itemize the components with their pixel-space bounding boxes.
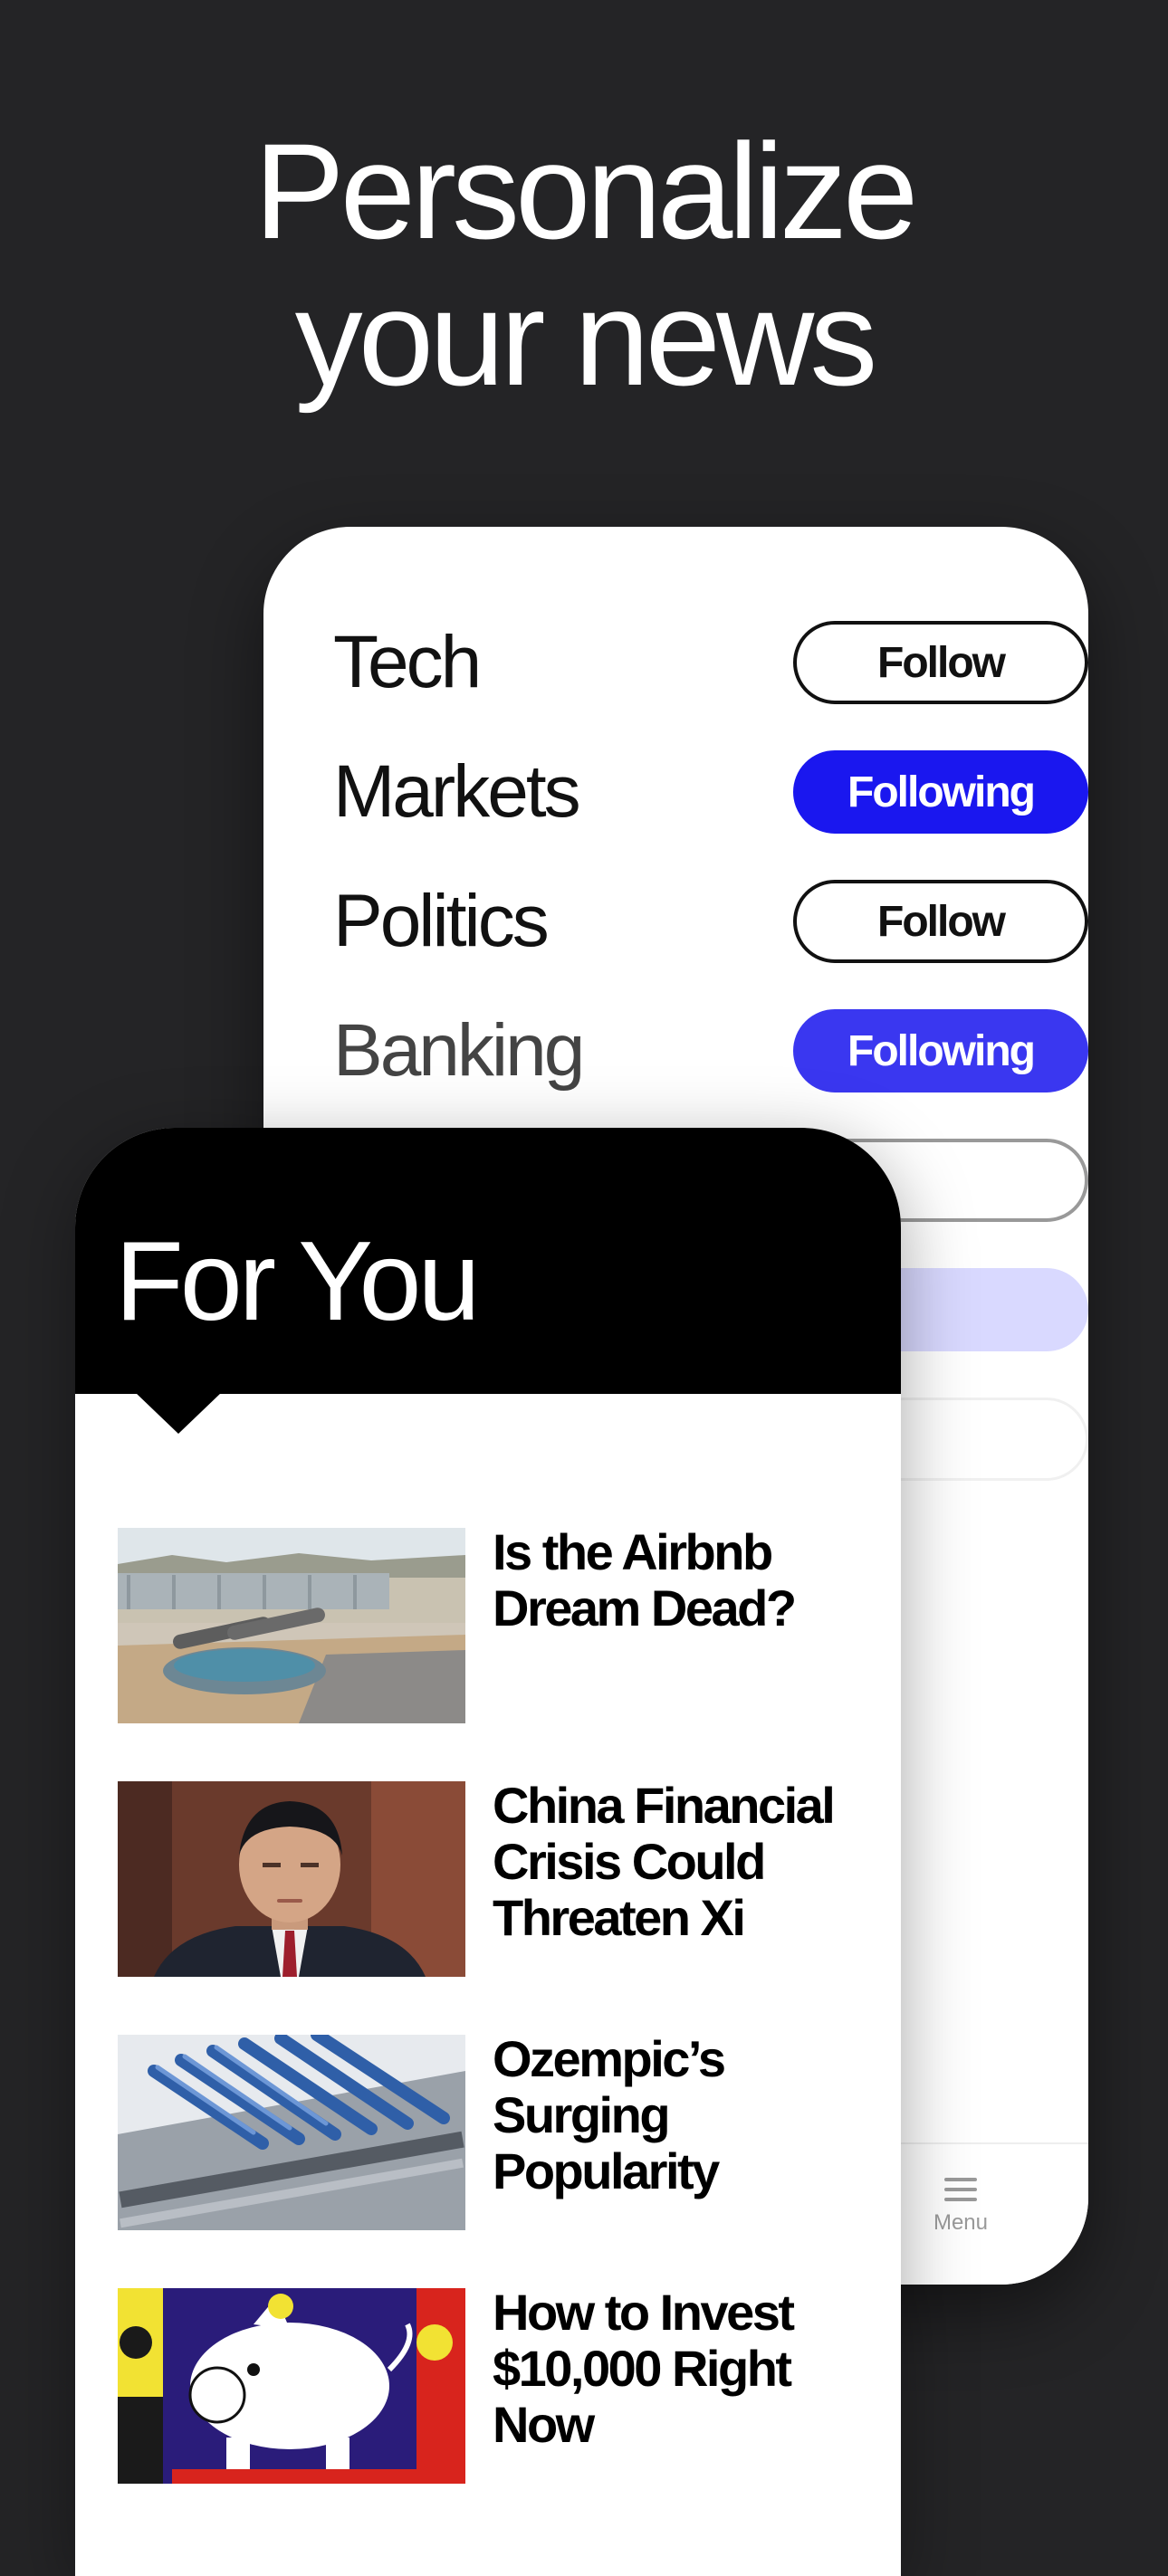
menu-label: Menu <box>933 2210 989 2235</box>
header-pointer <box>135 1392 222 1434</box>
follow-button-tech[interactable]: Follow <box>793 621 1088 704</box>
injection-pens-production-line-photo <box>118 2035 465 2230</box>
topic-row-tech: Tech Follow <box>333 617 1088 708</box>
topic-row-politics: Politics Follow <box>333 876 1088 967</box>
story-headline: Ozempic’s Surging Popularity <box>493 2030 726 2199</box>
story-card[interactable]: China Financial Crisis Could Threaten Xi <box>118 1777 878 1977</box>
story-card[interactable]: Is the Airbnb Dream Dead? <box>118 1524 878 1723</box>
topic-row-markets: Markets Following <box>333 747 1088 837</box>
following-button-markets[interactable]: Following <box>793 750 1088 834</box>
story-headline: Is the Airbnb Dream Dead? <box>493 1523 797 1636</box>
promo-headline: Personalize your news <box>0 118 1168 411</box>
topic-label-politics: Politics <box>333 880 550 962</box>
promo-headline-line1: Personalize <box>254 115 919 267</box>
xi-jinping-portrait-photo <box>118 1781 465 1977</box>
page-title: For You <box>115 1219 480 1344</box>
follow-button-politics[interactable]: Follow <box>793 880 1088 963</box>
backyard-hot-tub-photo <box>118 1528 465 1723</box>
story-headline: How to Invest $10,000 Right Now <box>493 2284 795 2453</box>
story-card[interactable]: How to Invest $10,000 Right Now <box>118 2284 878 2484</box>
story-headline: China Financial Crisis Could Threaten Xi <box>493 1777 836 1946</box>
story-card[interactable]: Ozempic’s Surging Popularity <box>118 2031 878 2230</box>
for-you-header: For You <box>75 1128 901 1394</box>
menu-tab[interactable]: Menu <box>915 2171 1006 2236</box>
hamburger-menu-icon <box>944 2178 977 2201</box>
for-you-screen: For You Is the Airbnb Dream Dead? China … <box>75 1128 901 2576</box>
promo-headline-line2: your news <box>294 262 878 414</box>
following-button-banking[interactable]: Following <box>793 1009 1088 1092</box>
topic-label-markets: Markets <box>333 750 581 833</box>
topic-label-banking: Banking <box>333 1009 585 1092</box>
topic-label-tech: Tech <box>333 621 482 703</box>
piggy-bank-illustration <box>118 2288 465 2484</box>
topic-row-banking: Banking Following <box>333 1006 1088 1096</box>
